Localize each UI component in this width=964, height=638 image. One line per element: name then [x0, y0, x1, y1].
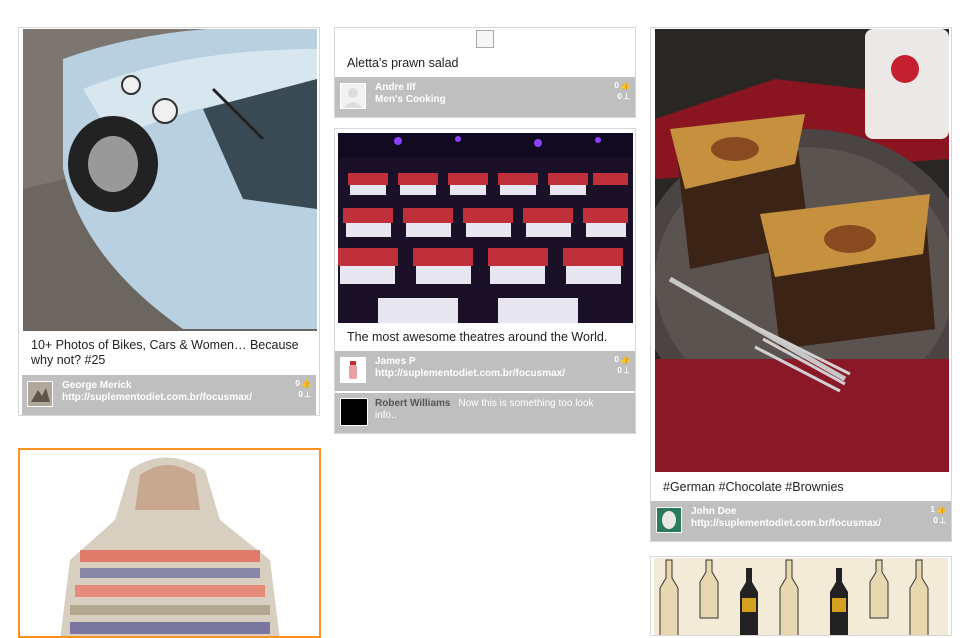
dislike-count: 0 [617, 365, 623, 375]
comment-body: Robert Williams Now this is something too… [375, 398, 615, 422]
thumbs-down-icon[interactable]: ⊥ [939, 516, 946, 526]
car-photo[interactable] [23, 29, 317, 331]
brownies-caption[interactable]: #German #Chocolate #Brownies [663, 480, 844, 495]
board-name[interactable]: Men's Cooking [375, 94, 446, 105]
comment-row: Robert Williams Now this is something too… [335, 393, 635, 433]
author-name[interactable]: George Merick [62, 380, 131, 391]
avatar[interactable] [340, 83, 366, 109]
theatre-photo[interactable] [338, 133, 633, 323]
theatre-meta-bar: James P http://suplementodiet.com.br/foc… [335, 351, 635, 391]
bottles-photo[interactable] [654, 558, 948, 635]
vote-stats: 0👍 0⊥ [614, 80, 630, 102]
source-link[interactable]: http://suplementodiet.com.br/focusmax/ [691, 518, 881, 529]
vote-stats: 0👍 0⊥ [614, 354, 630, 376]
source-link[interactable]: http://suplementodiet.com.br/focusmax/ [375, 368, 565, 379]
broken-image-icon [476, 30, 494, 48]
author-name[interactable]: John Doe [691, 506, 737, 517]
like-count: 0 [614, 354, 620, 364]
avatar[interactable] [27, 381, 53, 407]
thumbs-up-icon[interactable]: 👍 [936, 505, 946, 515]
source-link[interactable]: http://suplementodiet.com.br/focusmax/ [62, 392, 252, 403]
thumbs-up-icon[interactable]: 👍 [620, 355, 630, 365]
thumbs-down-icon[interactable]: ⊥ [623, 92, 630, 102]
vote-stats: 0👍 0⊥ [295, 378, 311, 400]
pin-card-theatre[interactable]: The most awesome theatres around the Wor… [334, 128, 636, 434]
thumbs-up-icon[interactable]: 👍 [301, 379, 311, 389]
salad-caption[interactable]: Aletta's prawn salad [347, 56, 458, 71]
avatar[interactable] [340, 357, 366, 383]
car-caption[interactable]: 10+ Photos of Bikes, Cars & Women… Becau… [31, 338, 311, 368]
thumbs-down-icon[interactable]: ⊥ [623, 366, 630, 376]
author-name[interactable]: James P [375, 356, 416, 367]
thumbs-down-icon[interactable]: ⊥ [304, 390, 311, 400]
like-count: 0 [295, 378, 301, 388]
author-name[interactable]: Andre Ilf [375, 82, 416, 93]
salad-meta-bar: Andre Ilf Men's Cooking 0👍 0⊥ [335, 77, 635, 117]
avatar[interactable] [340, 398, 368, 426]
theatre-caption[interactable]: The most awesome theatres around the Wor… [347, 330, 607, 345]
pin-card-hoodie[interactable] [18, 448, 321, 638]
like-count: 0 [614, 80, 620, 90]
like-count: 1 [930, 504, 936, 514]
dislike-count: 0 [933, 515, 939, 525]
avatar[interactable] [656, 507, 682, 533]
pin-card-salad[interactable]: Aletta's prawn salad Andre Ilf Men's Coo… [334, 27, 636, 118]
brownies-meta-bar: John Doe http://suplementodiet.com.br/fo… [651, 501, 951, 541]
brownies-photo[interactable] [655, 29, 949, 472]
pin-card-car[interactable]: 10+ Photos of Bikes, Cars & Women… Becau… [18, 27, 320, 416]
vote-stats: 1👍 0⊥ [930, 504, 946, 526]
dislike-count: 0 [617, 91, 623, 101]
pin-card-bottles[interactable] [650, 556, 952, 636]
pin-card-brownies[interactable]: #German #Chocolate #Brownies John Doe ht… [650, 27, 952, 542]
thumbs-up-icon[interactable]: 👍 [620, 81, 630, 91]
dislike-count: 0 [298, 389, 304, 399]
hoodie-photo[interactable] [20, 450, 319, 636]
comment-author[interactable]: Robert Williams [375, 398, 450, 409]
car-meta-bar: George Merick http://suplementodiet.com.… [22, 375, 316, 415]
